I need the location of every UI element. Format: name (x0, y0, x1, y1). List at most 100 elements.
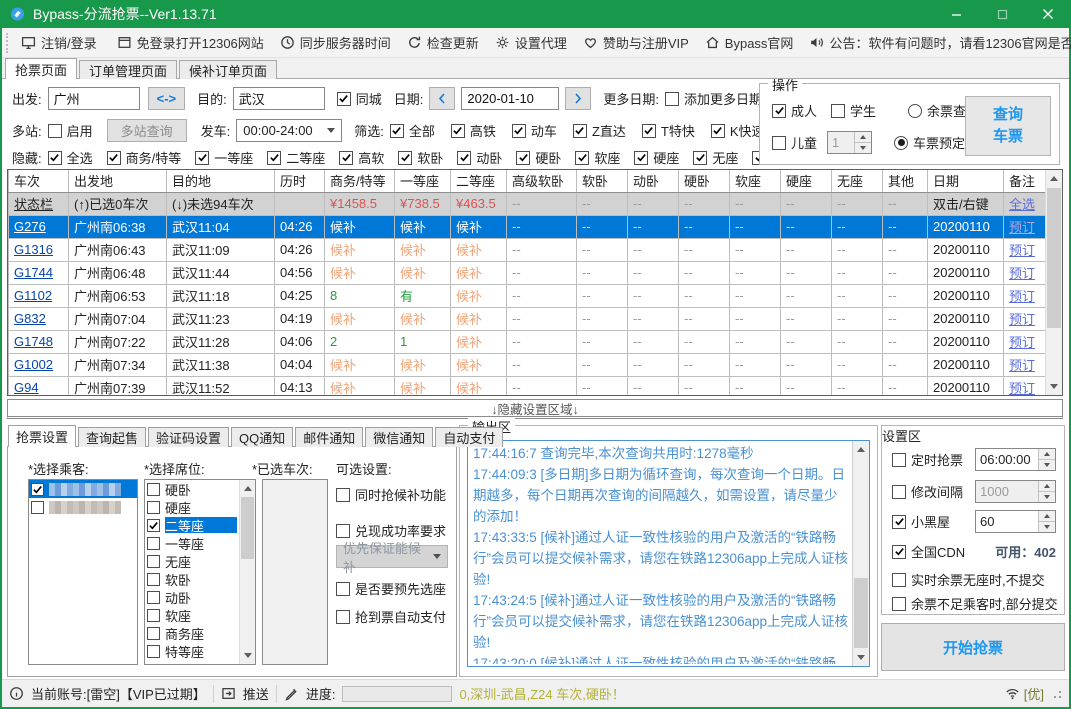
scroll-up-arrow[interactable] (853, 441, 869, 458)
multi-station-query-button[interactable]: 多站查询 (107, 119, 187, 142)
train-link[interactable]: G1316 (14, 242, 53, 257)
seat-item-0[interactable]: 硬卧 (145, 480, 239, 498)
train-link[interactable]: G1744 (14, 265, 53, 280)
column-header[interactable]: 历时 (275, 170, 325, 192)
column-header[interactable]: 软座 (730, 170, 781, 192)
seat-item-6[interactable]: 动卧 (145, 588, 239, 606)
toolbar-item-check-update[interactable]: 检查更新 (399, 28, 487, 57)
add-more-dates-checkbox[interactable]: 添加更多日期 (665, 89, 762, 108)
train-row[interactable]: G1316广州南06:43武汉11:0904:26候补候补候补---------… (9, 238, 1047, 261)
hide-checkbox-5[interactable]: 软卧 (398, 148, 443, 167)
scroll-down-arrow[interactable] (240, 647, 256, 664)
passenger-item-0[interactable] (29, 480, 137, 498)
seat-scrollbar[interactable] (239, 480, 255, 664)
filter-checkbox-0[interactable]: 全部 (390, 121, 435, 140)
spin-down[interactable] (1039, 522, 1055, 532)
child-count-spinner[interactable]: 1 (827, 131, 872, 154)
cdn-checkbox[interactable]: 全国CDN (892, 542, 991, 561)
toolbar-item-open-12306[interactable]: 免登录打开12306网站 (109, 28, 272, 57)
train-link[interactable]: G1748 (14, 334, 53, 349)
train-link[interactable]: G1102 (14, 288, 52, 303)
column-header[interactable]: 二等座 (451, 170, 507, 192)
column-header[interactable]: 软卧 (577, 170, 628, 192)
spin-down[interactable] (855, 143, 871, 153)
dest-input[interactable] (233, 87, 325, 110)
output-scrollbar[interactable] (852, 441, 869, 666)
settings-tab-grab[interactable]: 抢票设置 (8, 425, 76, 447)
train-link[interactable]: G276 (14, 219, 46, 234)
spin-down[interactable] (1039, 492, 1055, 502)
priority-dropdown[interactable]: 优先保证能候补 (336, 545, 448, 568)
child-checkbox[interactable]: 儿童 (772, 133, 817, 152)
multi-enable-checkbox[interactable]: 启用 (48, 121, 93, 140)
hide-checkbox-7[interactable]: 硬卧 (516, 148, 561, 167)
train-row[interactable]: G276广州南06:38武汉11:0404:26候补候补候补----------… (9, 215, 1047, 238)
interval-checkbox[interactable]: 修改间隔 (892, 482, 975, 501)
column-header[interactable]: 其他 (883, 170, 928, 192)
book-link[interactable]: 预订 (1009, 243, 1035, 258)
column-header[interactable]: 动卧 (628, 170, 679, 192)
column-header[interactable]: 硬座 (781, 170, 832, 192)
train-row[interactable]: G832广州南07:04武汉11:2304:19候补候补候补----------… (9, 307, 1047, 330)
scroll-thumb[interactable] (1047, 188, 1061, 328)
settings-tab-captcha[interactable]: 验证码设置 (148, 427, 229, 447)
book-ticket-radio[interactable]: 车票预定 (894, 133, 965, 152)
tab-ticket[interactable]: 抢票页面 (5, 58, 77, 79)
hide-checkbox-2[interactable]: 一等座 (195, 148, 253, 167)
output-box[interactable]: 17:44:16:7 查询完毕,本次查询共用时:1278毫秒17:44:09:3… (467, 440, 870, 667)
push-button[interactable]: 推送 (243, 684, 269, 703)
book-link[interactable]: 预订 (1009, 266, 1035, 281)
spin-down[interactable] (1039, 460, 1055, 470)
filter-checkbox-1[interactable]: 高铁 (451, 121, 496, 140)
timed-grab-checkbox[interactable]: 定时抢票 (892, 450, 975, 469)
hide-checkbox-9[interactable]: 硬座 (634, 148, 679, 167)
hide-checkbox-3[interactable]: 二等座 (267, 148, 325, 167)
spin-up[interactable] (1039, 511, 1055, 522)
next-date-button[interactable] (565, 87, 591, 110)
toolbar-item-logout-login[interactable]: 注销/登录 (13, 28, 105, 57)
select-all-link[interactable]: 全选 (1009, 197, 1035, 212)
status-row[interactable]: 状态栏(↑)已选0车次(↓)未选94车次¥1458.5¥738.5¥463.5-… (9, 192, 1047, 215)
seat-listbox[interactable]: 硬卧硬座二等座一等座无座软卧动卧软座商务座特等座 (144, 479, 256, 665)
train-row[interactable]: G94广州南07:39武汉11:5204:13候补候补候补-----------… (9, 376, 1047, 396)
timed-grab-spinner[interactable]: 06:00:00 (975, 448, 1056, 471)
toolbar-item-set-proxy[interactable]: 设置代理 (487, 28, 575, 57)
scroll-up-arrow[interactable] (1046, 170, 1062, 187)
same-city-checkbox[interactable]: 同城 (337, 89, 382, 108)
settings-tab-qq[interactable]: QQ通知 (231, 427, 293, 447)
book-link[interactable]: 预订 (1009, 381, 1035, 396)
date-input[interactable] (461, 87, 559, 110)
option-preselect-seat-checkbox[interactable]: 是否要预先选座 (336, 579, 446, 598)
hide-checkbox-8[interactable]: 软座 (575, 148, 620, 167)
column-header[interactable]: 目的地 (167, 170, 275, 192)
column-header[interactable]: 备注 (1004, 170, 1047, 192)
train-link[interactable]: G94 (14, 380, 39, 395)
toolbar-item-announcement[interactable]: 公告：软件有问题时，请看12306官网是否正常！ (801, 28, 1071, 57)
partial-checkbox[interactable]: 余票不足乘客时,部分提交 (892, 594, 1058, 613)
table-scrollbar[interactable] (1045, 170, 1062, 395)
blackroom-spinner[interactable]: 60 (975, 510, 1056, 533)
scroll-up-arrow[interactable] (240, 480, 256, 497)
close-button[interactable] (1025, 0, 1071, 28)
passenger-item-1[interactable] (29, 498, 137, 516)
book-link[interactable]: 预订 (1009, 289, 1035, 304)
hide-checkbox-1[interactable]: 商务/特等 (107, 148, 182, 167)
book-link[interactable]: 预订 (1009, 220, 1035, 235)
settings-tab-wechat[interactable]: 微信通知 (365, 427, 433, 447)
query-tickets-button[interactable]: 查询 车票 (965, 96, 1051, 156)
seat-item-2[interactable]: 二等座 (145, 516, 239, 534)
interval-spinner[interactable]: 1000 (975, 480, 1056, 503)
student-checkbox[interactable]: 学生 (831, 101, 876, 120)
no-seat-checkbox[interactable]: 实时余票无座时,不提交 (892, 570, 1056, 589)
scroll-thumb[interactable] (854, 578, 868, 648)
collapse-settings-bar[interactable]: ↓隐藏设置区域↓ (7, 399, 1063, 419)
depart-time-dropdown[interactable]: 00:00-24:00 (236, 119, 342, 142)
column-header[interactable]: 硬卧 (679, 170, 730, 192)
column-header[interactable]: 无座 (832, 170, 883, 192)
seat-item-9[interactable]: 特等座 (145, 642, 239, 660)
train-row[interactable]: G1102广州南06:53武汉11:1804:258有候补-----------… (9, 284, 1047, 307)
seat-item-5[interactable]: 软卧 (145, 570, 239, 588)
train-row[interactable]: G1002广州南07:34武汉11:3804:04候补候补候补---------… (9, 353, 1047, 376)
tab-orders[interactable]: 订单管理页面 (79, 60, 177, 79)
scroll-thumb[interactable] (241, 497, 254, 559)
